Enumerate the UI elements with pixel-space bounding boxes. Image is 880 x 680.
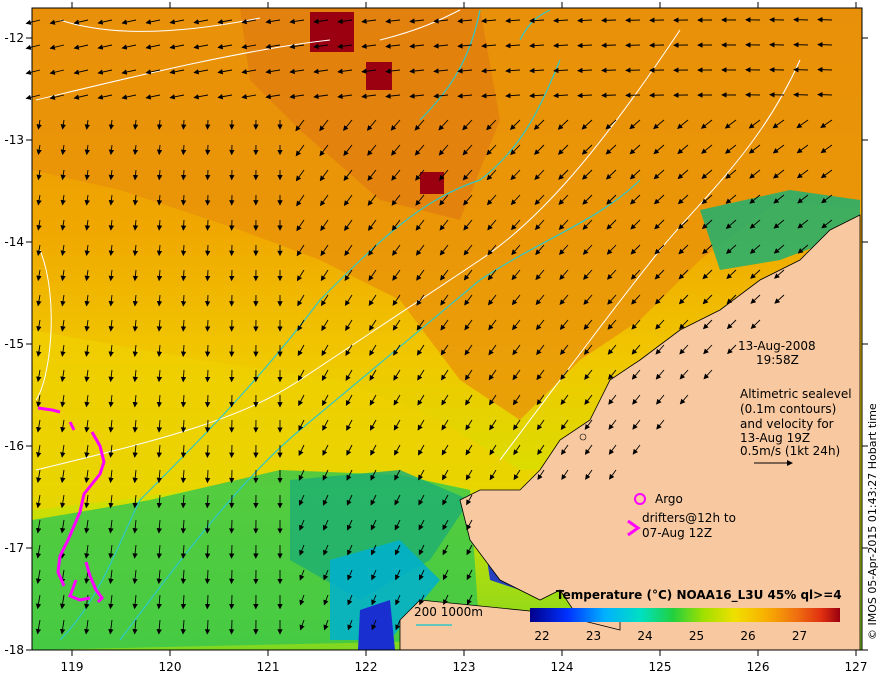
- velocity-arrow: [601, 67, 617, 74]
- altimetry-note-5: 0.5m/s (1kt 24h): [740, 444, 840, 458]
- y-tick-label: -13: [4, 133, 24, 147]
- hot-patch: [366, 62, 392, 90]
- credit-text: © IMOS 05-Apr-2015 01:43:27 Hobart time: [866, 403, 879, 640]
- x-tick-label: 120: [159, 660, 182, 674]
- velocity-arrow: [204, 469, 211, 484]
- x-tick-label: 124: [551, 660, 574, 674]
- velocity-arrow: [181, 119, 187, 130]
- colorbar-tick-label: 27: [792, 629, 807, 643]
- x-tick-label: 122: [355, 660, 378, 674]
- velocity-arrow: [205, 144, 211, 156]
- velocity-arrow: [204, 419, 211, 433]
- y-tick-label: -15: [4, 337, 24, 351]
- colorbar-title: Temperature (°C) NOAA16_L3U 45% ql>=4: [556, 588, 842, 603]
- velocity-arrow: [817, 66, 833, 73]
- velocity-arrow: [228, 619, 235, 635]
- velocity-arrow: [205, 244, 211, 257]
- drifters-label-2: 07-Aug 12Z: [642, 526, 712, 540]
- velocity-arrow: [205, 194, 211, 206]
- velocity-arrow: [817, 91, 833, 98]
- colorbar-tick-label: 25: [689, 629, 704, 643]
- argo-label: Argo: [655, 492, 683, 506]
- colorbar-tick-label: 22: [534, 629, 549, 643]
- velocity-arrow: [204, 319, 211, 332]
- velocity-arrow: [205, 169, 211, 181]
- y-tick-label: -14: [4, 235, 24, 249]
- x-tick-label: 125: [649, 660, 672, 674]
- velocity-arrow: [601, 42, 617, 49]
- colorbar-tick-label: 26: [740, 629, 755, 643]
- sst-map: 119 120 121 122 123 124 125 126 127 -12 -13 -14 -15…: [4, 2, 879, 674]
- altimetry-note-3: and velocity for: [740, 417, 834, 431]
- velocity-arrow: [228, 519, 235, 534]
- y-tick-label: -16: [4, 439, 24, 453]
- velocity-arrow: [205, 119, 211, 130]
- velocity-arrow: [228, 569, 235, 585]
- map-date: 13-Aug-2008: [738, 339, 816, 353]
- velocity-arrow: [204, 369, 211, 383]
- drifters-label-1: drifters@12h to: [642, 511, 736, 525]
- altimetry-note-1: Altimetric sealevel: [740, 387, 852, 401]
- map-time: 19:58Z: [756, 353, 799, 367]
- velocity-arrow: [601, 92, 617, 99]
- x-tick-label: 121: [257, 660, 280, 674]
- velocity-arrow: [817, 41, 833, 48]
- colorbar-gradient: [530, 608, 840, 622]
- velocity-arrow: [205, 219, 211, 231]
- velocity-arrow: [817, 16, 833, 23]
- island: [579, 433, 587, 441]
- y-tick-label: -17: [4, 541, 24, 555]
- altimetry-note-2: (0.1m contours): [740, 402, 836, 416]
- x-tick-label: 127: [845, 660, 868, 674]
- velocity-arrow: [204, 394, 211, 408]
- colorbar-tick-label: 24: [637, 629, 652, 643]
- map-plot-area: [25, 8, 862, 651]
- velocity-arrow: [204, 444, 211, 458]
- x-tick-label: 119: [61, 660, 84, 674]
- velocity-arrow: [601, 17, 617, 24]
- x-tick-label: 123: [453, 660, 476, 674]
- velocity-arrow: [204, 294, 211, 307]
- y-tick-label: -18: [4, 643, 24, 657]
- velocity-arrow: [228, 544, 235, 559]
- y-tick-label: -12: [4, 31, 24, 45]
- velocity-arrow: [228, 594, 235, 610]
- velocity-arrow: [204, 269, 211, 282]
- hot-patch: [420, 172, 444, 194]
- bathymetry-label: 200 1000m: [414, 605, 483, 619]
- velocity-arrow: [204, 344, 211, 357]
- x-tick-label: 126: [747, 660, 770, 674]
- colorbar-tick-label: 23: [586, 629, 601, 643]
- altimetry-note-4: 13-Aug 19Z: [740, 431, 810, 445]
